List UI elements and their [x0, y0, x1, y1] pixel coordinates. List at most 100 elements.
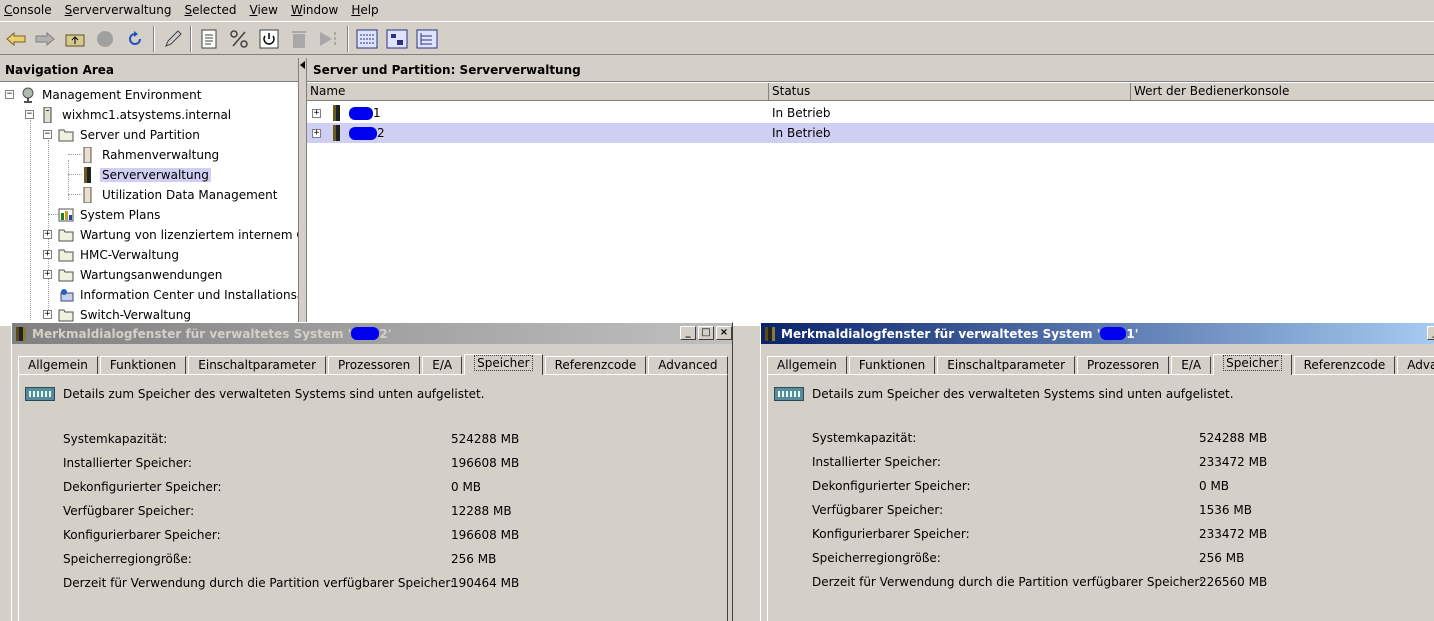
redacted-name [349, 106, 373, 120]
power-icon[interactable] [257, 27, 281, 51]
menu-window[interactable]: Window [291, 3, 338, 17]
tab-einschaltparameter[interactable]: Einschaltparameter [937, 356, 1076, 375]
expand-toggle[interactable]: + [43, 310, 52, 319]
menu-help[interactable]: Help [351, 3, 378, 17]
value-dekonfigurierter-speicher: 0 MB [1199, 479, 1230, 493]
percent-icon[interactable] [227, 27, 251, 51]
properties-icon[interactable] [197, 27, 221, 51]
panel-splitter[interactable] [299, 58, 307, 326]
stop-icon[interactable] [93, 27, 117, 51]
tree-item-utilization-data-management[interactable]: Utilization Data Management [80, 185, 279, 205]
tree-item-management-environment[interactable]: Management Environment [20, 85, 204, 105]
view-icon-3[interactable] [415, 27, 439, 51]
utilization-icon [83, 187, 92, 203]
redacted-name [349, 126, 377, 140]
tree-item-wartungsanwendungen[interactable]: Wartungsanwendungen [58, 265, 224, 285]
expand-toggle[interactable]: + [312, 128, 321, 138]
navigation-area: Navigation Area − Management Environment… [0, 58, 299, 326]
menu-view[interactable]: View [250, 3, 278, 17]
table-row[interactable]: + 1 In Betrieb [307, 103, 1434, 123]
tab-speicher[interactable]: Speicher [1213, 354, 1292, 375]
expand-toggle[interactable]: + [312, 108, 321, 118]
dialog-title-prefix: Merkmaldialogfenster für verwaltetes Sys… [781, 326, 1101, 341]
tree-item-hmc-host[interactable]: wixhmc1.atsystems.internal [40, 105, 233, 125]
tree-item-serververwaltung[interactable]: Serververwaltung [80, 165, 211, 185]
trash-icon[interactable] [287, 27, 311, 51]
dialog-title-suffix: 2' [379, 326, 392, 341]
tab-allgemein[interactable]: Allgemein [18, 356, 98, 375]
column-header-status[interactable]: Status [769, 83, 1131, 101]
tree-item-server-und-partition[interactable]: Server und Partition [58, 125, 202, 145]
minimize-button[interactable]: _ [1427, 326, 1434, 340]
dialog-title-bar[interactable]: Merkmaldialogfenster für verwaltetes Sys… [761, 323, 1434, 344]
value-verfuegbarer-speicher: 12288 MB [451, 504, 512, 518]
tab-speicher[interactable]: Speicher [464, 354, 543, 375]
refresh-icon[interactable] [123, 27, 147, 51]
label-partition-verfuegbarer-speicher: Derzeit für Verwendung durch die Partiti… [63, 576, 455, 590]
tab-panel-speicher: Details zum Speicher des verwalteten Sys… [18, 374, 728, 621]
label-installierter-speicher: Installierter Speicher: [63, 456, 192, 470]
tab-bar: Allgemein Funktionen Einschaltparameter … [18, 354, 730, 375]
menu-console[interactable]: Console [4, 3, 52, 17]
tree-item-hmc-verwaltung[interactable]: HMC-Verwaltung [58, 245, 181, 265]
play-icon[interactable] [317, 27, 341, 51]
tab-advanced[interactable]: Advanced [648, 356, 728, 375]
tab-advanced[interactable]: Advanced [1397, 356, 1434, 375]
tree-item-information-center[interactable]: Information Center und Installationsassi… [58, 285, 298, 305]
menu-bar: Console Serververwaltung Selected View W… [0, 0, 1434, 20]
folder-icon [58, 229, 74, 242]
tree-item-wartung-lic[interactable]: Wartung von lizenziertem internem Code [58, 225, 298, 245]
memory-description: Details zum Speicher des verwalteten Sys… [812, 387, 1234, 401]
pen-icon[interactable] [161, 27, 185, 51]
content-title: Server und Partition: Serververwaltung [307, 58, 1434, 82]
server-icon [333, 105, 340, 121]
view-icon-1[interactable] [355, 27, 379, 51]
dialog-title-bar[interactable]: Merkmaldialogfenster für verwaltetes Sys… [12, 323, 732, 344]
forward-icon[interactable] [33, 27, 57, 51]
expand-toggle[interactable]: + [43, 230, 52, 239]
tab-funktionen[interactable]: Funktionen [848, 356, 936, 375]
value-konfigurierbarer-speicher: 196608 MB [451, 528, 520, 542]
maximize-button[interactable]: □ [698, 326, 714, 340]
tab-allgemein[interactable]: Allgemein [767, 356, 847, 375]
tab-referenzcode[interactable]: Referenzcode [1293, 356, 1396, 375]
memory-module-icon [25, 387, 55, 401]
tab-referenzcode[interactable]: Referenzcode [544, 356, 647, 375]
tree-item-system-plans[interactable]: System Plans [58, 205, 162, 225]
tab-prozessoren[interactable]: Prozessoren [328, 356, 421, 375]
collapse-toggle[interactable]: − [43, 130, 52, 139]
collapse-left-arrow-icon[interactable] [300, 61, 305, 69]
expand-toggle[interactable]: + [43, 270, 52, 279]
tab-ea[interactable]: E/A [1171, 356, 1212, 375]
minimize-button[interactable]: _ [680, 326, 696, 340]
close-button[interactable]: × [716, 326, 732, 340]
tab-funktionen[interactable]: Funktionen [99, 356, 187, 375]
value-dekonfigurierter-speicher: 0 MB [451, 480, 482, 494]
column-header-console-value[interactable]: Wert der Bedienerkonsole [1131, 83, 1434, 101]
collapse-toggle[interactable]: − [25, 110, 34, 119]
value-speicherregiongroesse: 256 MB [1199, 551, 1245, 565]
collapse-toggle[interactable]: − [5, 90, 14, 99]
server-icon [84, 167, 91, 183]
tree-item-rahmenverwaltung[interactable]: Rahmenverwaltung [80, 145, 221, 165]
menu-selected[interactable]: Selected [184, 3, 236, 17]
value-systemkapazitaet: 524288 MB [451, 432, 520, 446]
tab-einschaltparameter[interactable]: Einschaltparameter [188, 356, 327, 375]
expand-toggle[interactable]: + [43, 250, 52, 259]
back-icon[interactable] [4, 27, 28, 51]
column-header-name[interactable]: Name [307, 83, 769, 101]
tab-ea[interactable]: E/A [422, 356, 463, 375]
memory-module-icon [774, 387, 804, 401]
table-row[interactable]: + 2 In Betrieb [307, 123, 1434, 143]
tree-line [48, 140, 49, 314]
up-folder-icon[interactable] [63, 27, 87, 51]
value-partition-verfuegbarer-speicher: 226560 MB [1199, 575, 1268, 589]
folder-icon [58, 269, 74, 282]
tab-prozessoren[interactable]: Prozessoren [1077, 356, 1170, 375]
properties-dialog-system-2: Merkmaldialogfenster für verwaltetes Sys… [11, 322, 733, 621]
view-icon-2[interactable] [385, 27, 409, 51]
menu-serververwaltung[interactable]: Serververwaltung [65, 3, 172, 17]
label-speicherregiongroesse: Speicherregiongröße: [812, 551, 941, 565]
redacted-name [1100, 327, 1127, 340]
toolbar-separator [347, 26, 349, 52]
